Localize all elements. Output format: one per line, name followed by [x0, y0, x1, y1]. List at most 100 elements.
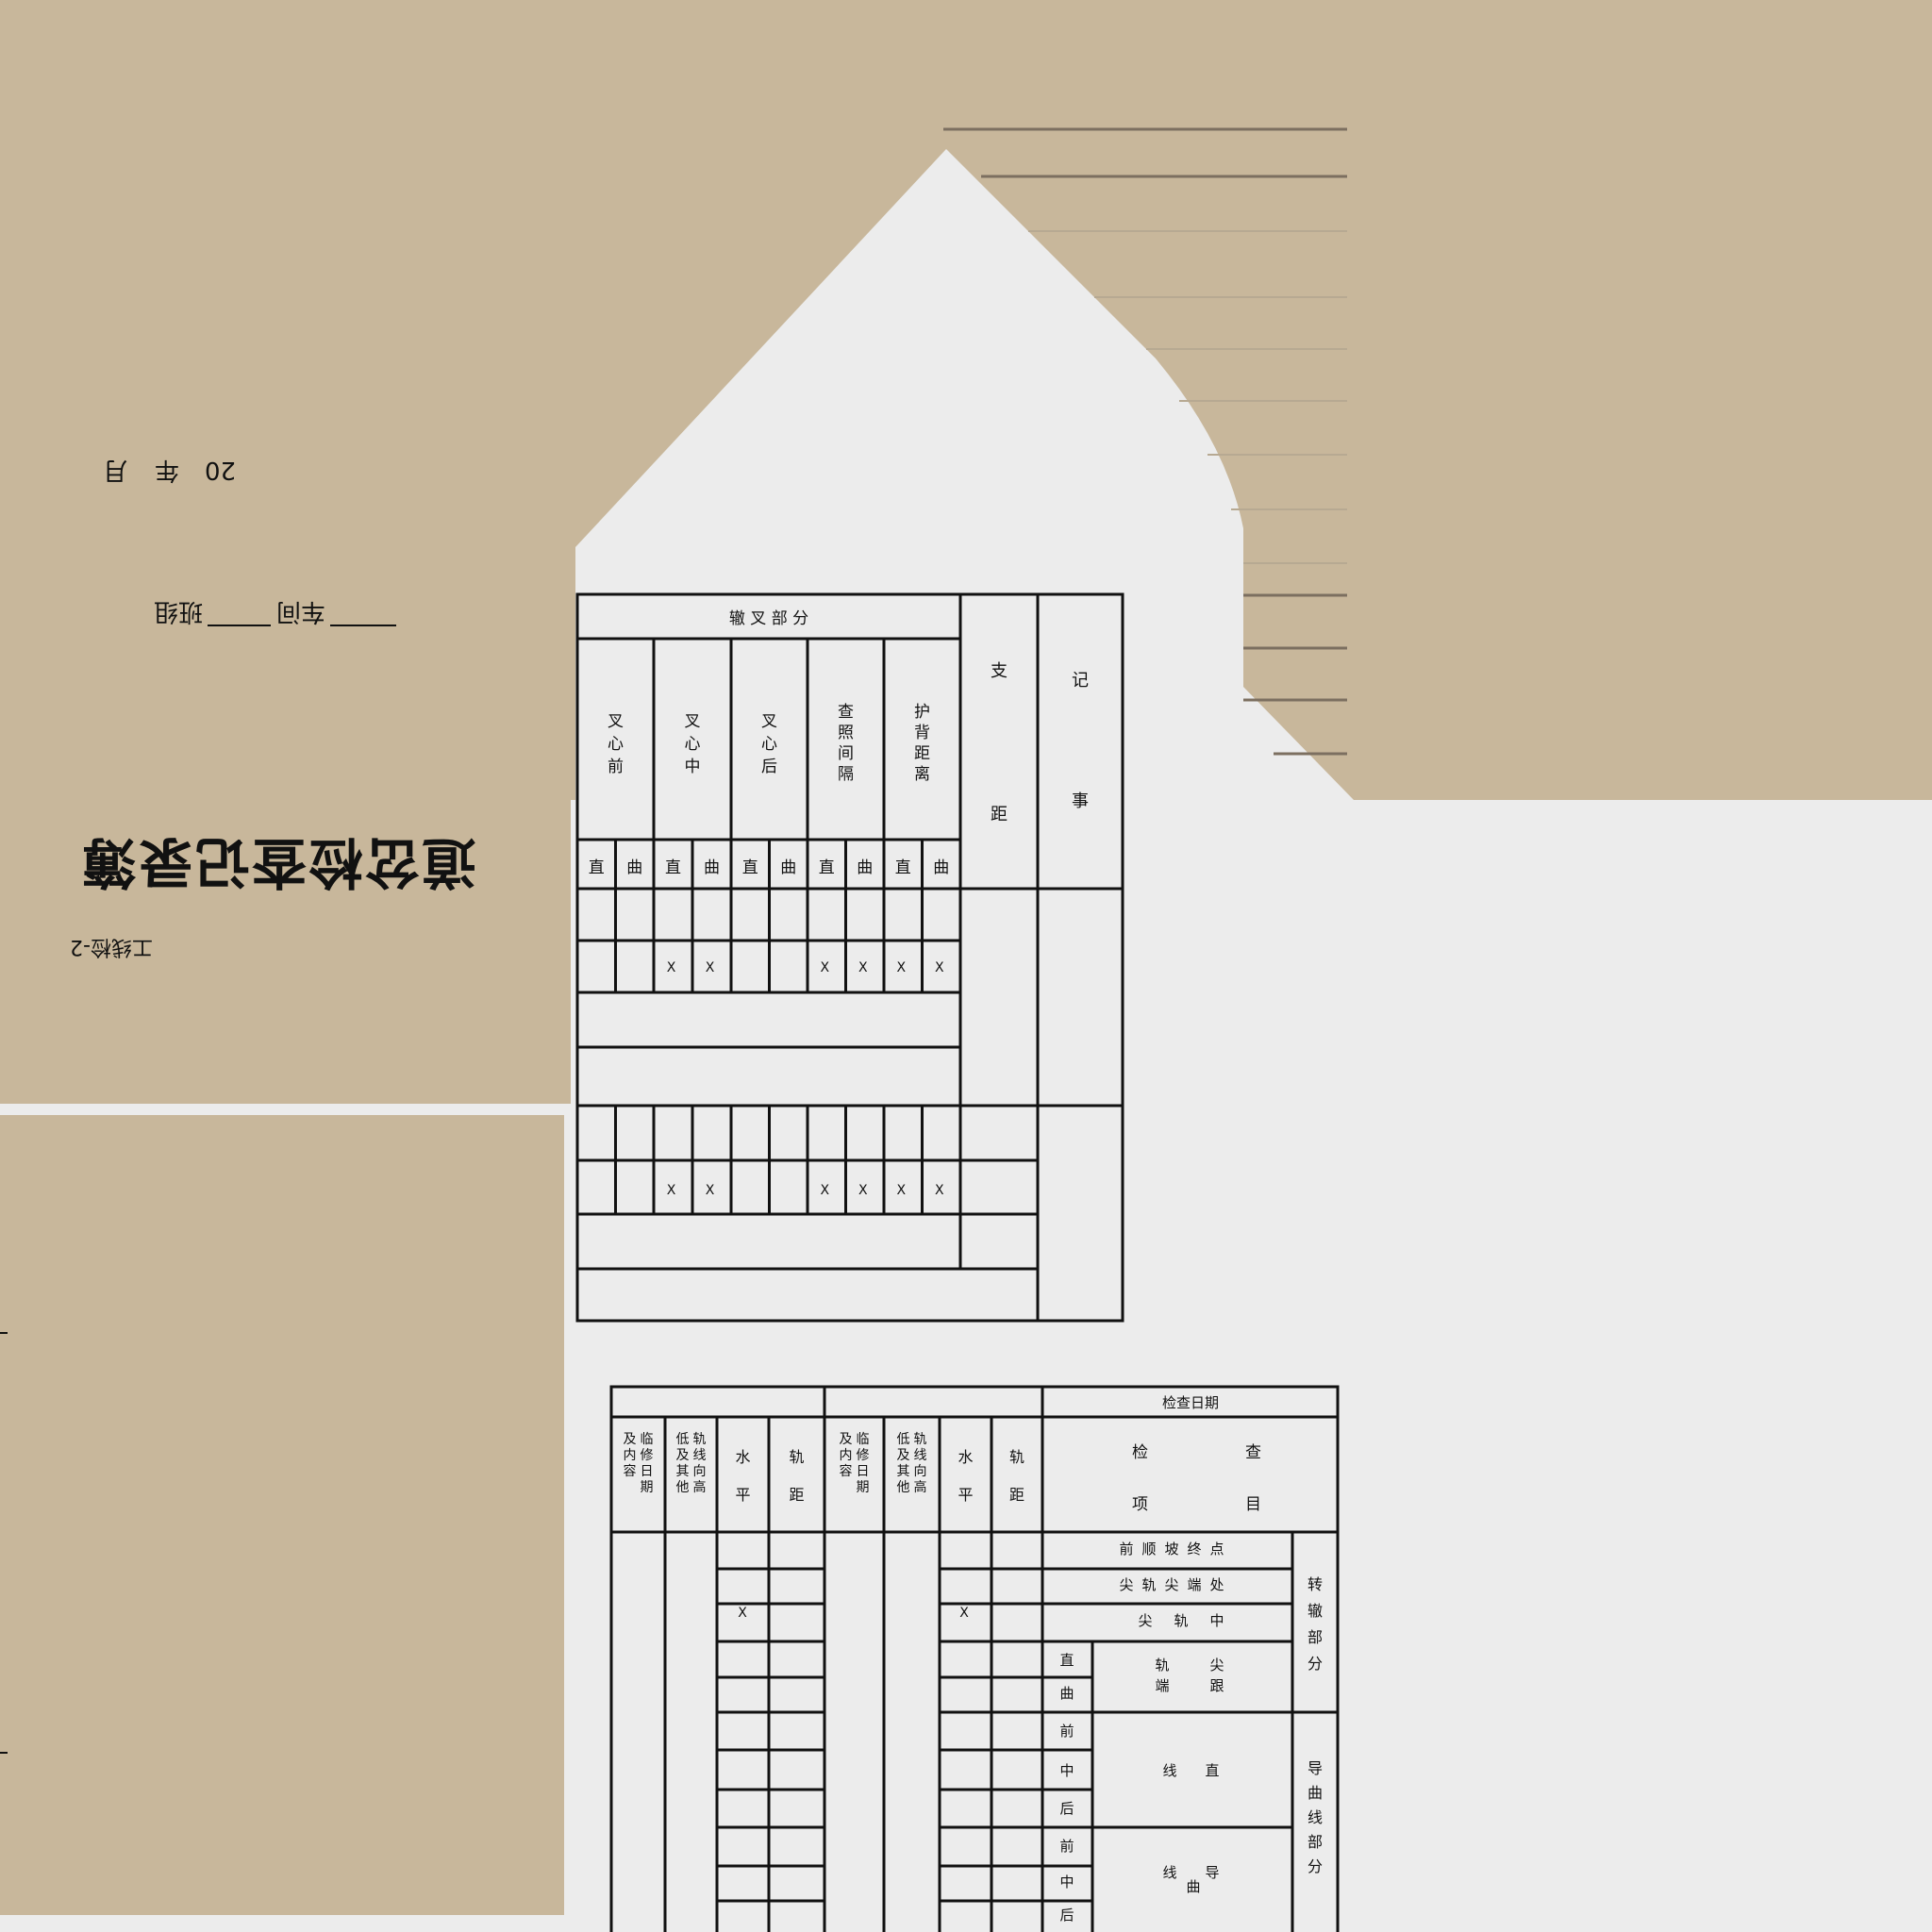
- frog-right-col-jishi-top: 记: [1072, 671, 1089, 691]
- frog-sub-straight: 直: [742, 858, 758, 877]
- sw-row-label: 跟: [1209, 1677, 1224, 1694]
- frog-sub-straight: 直: [665, 858, 681, 877]
- cover-date-year: 20: [205, 456, 236, 484]
- sw-row-label: 轨: [1141, 1576, 1156, 1593]
- sw-col-label: 高: [914, 1479, 927, 1495]
- frog-sub-straight: 直: [895, 858, 911, 877]
- frog-x-mark: X: [820, 960, 829, 975]
- frog-x-mark: X: [935, 960, 944, 975]
- sw-col-label: 线: [914, 1448, 927, 1463]
- sw-col-label: 平: [735, 1486, 750, 1504]
- frog-col-label: 离: [914, 765, 930, 784]
- frog-col-label: 间: [838, 744, 854, 763]
- sw-col-label: 日: [857, 1464, 870, 1479]
- frog-sub-curve: 曲: [857, 858, 873, 877]
- sw-col-label: 及: [897, 1448, 910, 1463]
- sw-col-label: 向: [693, 1464, 707, 1479]
- sw-col-label: 及: [840, 1432, 853, 1447]
- sw-row-guidecurve: 导: [1205, 1864, 1219, 1881]
- sw-col-label: 轨: [789, 1448, 804, 1466]
- sw-row-label: 端: [1187, 1576, 1201, 1593]
- sw-row-label: 终: [1187, 1541, 1201, 1557]
- sw-row-label: 尖: [1138, 1612, 1152, 1629]
- sw-row-label: 轨: [1174, 1612, 1188, 1629]
- sw-row-label: 顺: [1141, 1541, 1156, 1557]
- frog-col-label: 护: [914, 703, 930, 722]
- sw-col-label: 高: [693, 1479, 707, 1495]
- sw-row-label: 尖: [1209, 1657, 1224, 1674]
- frog-col-label: 叉: [761, 712, 777, 731]
- frog-col-label: 心: [685, 735, 701, 754]
- sw-row-label: 尖: [1164, 1576, 1178, 1593]
- sw-section-guide: 分: [1307, 1857, 1323, 1875]
- frog-x-mark: X: [858, 1183, 868, 1198]
- sw-sub-label: 中: [1059, 1874, 1074, 1890]
- sw-check-items-top2: 查: [1245, 1443, 1261, 1462]
- frog-col-label: 叉: [685, 712, 701, 731]
- scan-canvas: 20 年 月 车间 班组 道岔检查记录簿 工线检-2 辙 叉 部 分 直 曲 直…: [0, 0, 1932, 1932]
- frog-sub-straight: 直: [819, 858, 835, 877]
- sw-check-items-bottom2: 目: [1245, 1495, 1261, 1514]
- cover-title: 道岔检查记录簿: [80, 830, 476, 894]
- frog-col-label: 背: [914, 724, 930, 742]
- sw-col-label: 容: [624, 1463, 637, 1479]
- sw-section-turnout: 部: [1307, 1628, 1323, 1646]
- sw-col-label: 轨: [693, 1432, 707, 1447]
- frog-x-mark: X: [896, 960, 906, 975]
- sw-col-label: 线: [693, 1448, 707, 1463]
- sw-sub-label: 前: [1059, 1838, 1074, 1855]
- frog-x-mark: X: [667, 1183, 676, 1198]
- frog-col-label: 叉: [608, 712, 624, 731]
- frog-header: 辙 叉 部 分: [729, 609, 808, 628]
- frog-x-mark: X: [935, 1183, 944, 1198]
- sw-col-label: 他: [897, 1480, 910, 1495]
- sw-col-label: 临: [641, 1432, 654, 1447]
- sw-col-label: 轨: [914, 1432, 927, 1447]
- frog-right-col-zhiju-top: 支: [991, 661, 1008, 681]
- sw-col-label: 他: [676, 1480, 690, 1495]
- sw-sub-label: 中: [1059, 1762, 1074, 1779]
- frog-col-label: 后: [761, 758, 777, 776]
- frog-sub-curve: 曲: [704, 858, 720, 877]
- sw-row-label: 尖: [1119, 1576, 1133, 1593]
- frog-x-mark: X: [667, 960, 676, 975]
- frog-x-mark: X: [706, 1183, 715, 1198]
- sw-col-label: 内: [840, 1448, 853, 1463]
- sw-sub-label: 曲: [1059, 1685, 1074, 1702]
- switch-table: 临修日期及内容轨线向高低及其他水平轨距临修日期及内容轨线向高低及其他水平轨距 检…: [609, 1385, 1340, 1932]
- frog-sub-straight: 直: [589, 858, 605, 877]
- frog-x-mark: X: [896, 1183, 906, 1198]
- sw-row-label: 坡: [1164, 1541, 1178, 1557]
- sw-col-label: 修: [857, 1448, 870, 1463]
- frog-col-label: 隔: [838, 765, 854, 784]
- frog-x-mark: X: [858, 960, 868, 975]
- sw-col-label: 及: [624, 1432, 637, 1447]
- paper-background: [0, 0, 1932, 1915]
- sw-check-items-bottom: 项: [1132, 1495, 1148, 1514]
- sw-col-label: 平: [958, 1486, 973, 1504]
- frog-col-label: 查: [838, 703, 854, 722]
- sw-row-guidecurve: 曲: [1186, 1878, 1200, 1895]
- sw-col-label: 轨: [1009, 1448, 1024, 1466]
- cover-team-label: 班组: [154, 597, 203, 625]
- frog-col-label: 照: [838, 724, 854, 742]
- sw-col-label: 低: [897, 1432, 910, 1447]
- cover-date-yue: 月: [103, 456, 127, 484]
- frog-col-label: 距: [914, 744, 930, 763]
- sw-x-mark: X: [959, 1606, 969, 1621]
- sw-row-label: 轨: [1155, 1657, 1169, 1674]
- sw-col-label: 日: [641, 1464, 654, 1479]
- sw-section-turnout: 转: [1307, 1575, 1323, 1593]
- sw-x-mark: X: [738, 1606, 747, 1621]
- sw-col-label: 期: [857, 1480, 870, 1495]
- sw-row-label: 处: [1209, 1576, 1224, 1593]
- frog-col-label: 中: [685, 758, 701, 776]
- frog-sub-curve: 曲: [780, 858, 796, 877]
- sw-sub-label: 前: [1059, 1723, 1074, 1740]
- sw-section-turnout: 辙: [1307, 1602, 1323, 1620]
- frog-col-label: 前: [608, 758, 624, 776]
- sw-col-label: 期: [641, 1480, 654, 1495]
- sw-section-guide: 线: [1307, 1808, 1323, 1826]
- sw-col-label: 向: [914, 1464, 927, 1479]
- frog-col-label: 心: [608, 735, 624, 754]
